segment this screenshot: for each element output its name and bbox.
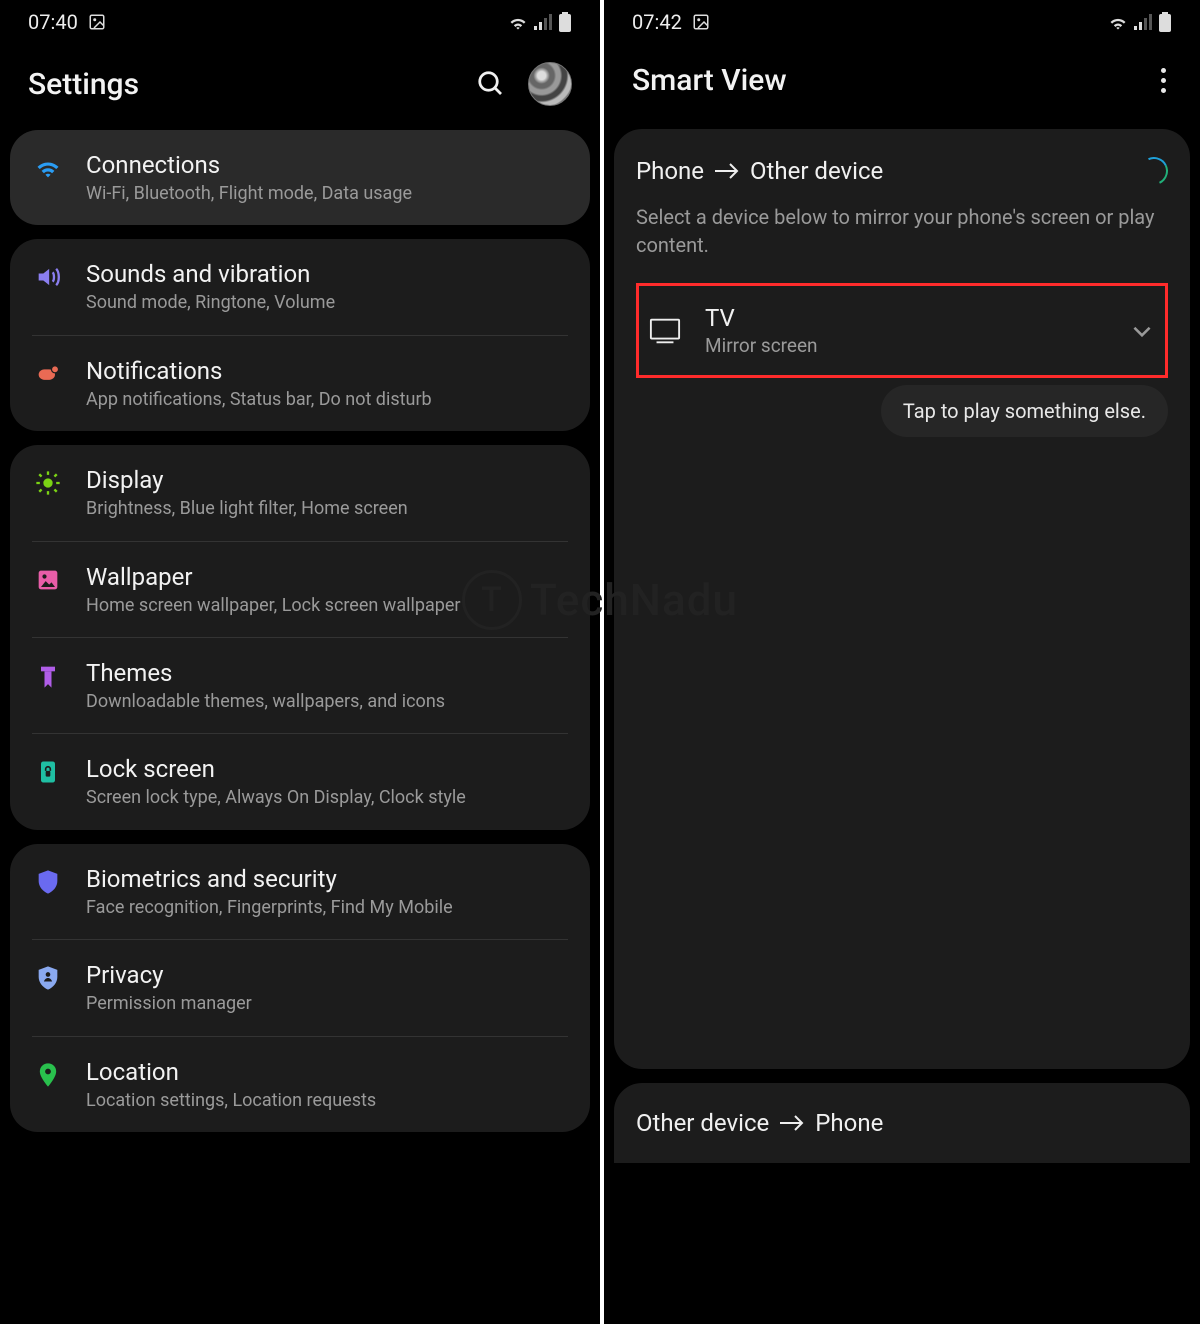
loading-spinner-icon: [1136, 153, 1172, 189]
avatar[interactable]: [528, 62, 572, 106]
status-bar: 07:40: [10, 0, 590, 44]
settings-group: Biometrics and security Face recognition…: [10, 844, 590, 1132]
phone-to-device-card: Phone Other device Select a device below…: [614, 129, 1190, 1069]
display-icon: [32, 469, 64, 497]
wifi-status-icon: [1108, 14, 1128, 30]
search-icon[interactable]: [476, 69, 506, 99]
clock: 07:42: [632, 10, 682, 34]
settings-row-subtitle: Permission manager: [86, 992, 568, 1015]
settings-row-privacy[interactable]: Privacy Permission manager: [32, 939, 568, 1035]
settings-row-subtitle: App notifications, Status bar, Do not di…: [86, 388, 568, 411]
settings-row-subtitle: Location settings, Location requests: [86, 1089, 568, 1112]
settings-row-display[interactable]: Display Brightness, Blue light filter, H…: [10, 445, 590, 540]
settings-row-notifications[interactable]: Notifications App notifications, Status …: [32, 335, 568, 431]
settings-group: Display Brightness, Blue light filter, H…: [10, 445, 590, 830]
image-notif-icon: [692, 13, 710, 31]
settings-row-subtitle: Sound mode, Ringtone, Volume: [86, 291, 568, 314]
chevron-down-icon[interactable]: [1129, 318, 1155, 344]
settings-row-subtitle: Face recognition, Fingerprints, Find My …: [86, 896, 568, 919]
page-title: Smart View: [632, 63, 787, 98]
help-text: Select a device below to mirror your pho…: [636, 203, 1168, 259]
wifi-icon: [32, 154, 64, 182]
battery-status-icon: [558, 12, 572, 32]
battery-status-icon: [1158, 12, 1172, 32]
settings-row-subtitle: Home screen wallpaper, Lock screen wallp…: [86, 594, 568, 617]
clock: 07:40: [28, 10, 78, 34]
settings-row-wallpaper[interactable]: Wallpaper Home screen wallpaper, Lock sc…: [32, 541, 568, 637]
play-something-else-pill[interactable]: Tap to play something else.: [881, 385, 1168, 437]
settings-row-title: Notifications: [86, 356, 568, 386]
settings-group: Sounds and vibration Sound mode, Rington…: [10, 239, 590, 431]
settings-row-connections[interactable]: Connections Wi-Fi, Bluetooth, Flight mod…: [10, 130, 590, 225]
notifications-icon: [32, 360, 64, 388]
more-icon[interactable]: [1155, 62, 1172, 99]
device-to-phone-card[interactable]: Other device Phone: [614, 1083, 1190, 1163]
page-title: Settings: [28, 67, 139, 102]
direction-label: Phone Other device: [636, 157, 883, 185]
image-notif-icon: [88, 13, 106, 31]
settings-group: Connections Wi-Fi, Bluetooth, Flight mod…: [10, 130, 590, 225]
settings-row-biometrics-and-security[interactable]: Biometrics and security Face recognition…: [10, 844, 590, 939]
settings-row-title: Location: [86, 1057, 568, 1087]
wifi-status-icon: [508, 14, 528, 30]
settings-row-title: Sounds and vibration: [86, 259, 568, 289]
security-icon: [32, 868, 64, 896]
smartview-header: Smart View: [614, 44, 1190, 123]
settings-row-lock-screen[interactable]: Lock screen Screen lock type, Always On …: [32, 733, 568, 829]
settings-row-subtitle: Screen lock type, Always On Display, Clo…: [86, 786, 568, 809]
settings-row-location[interactable]: Location Location settings, Location req…: [32, 1036, 568, 1132]
signal-status-icon: [534, 14, 552, 30]
tv-icon: [649, 317, 681, 345]
settings-row-title: Themes: [86, 658, 568, 688]
wallpaper-icon: [32, 566, 64, 594]
settings-header: Settings: [10, 44, 590, 130]
settings-row-sounds-and-vibration[interactable]: Sounds and vibration Sound mode, Rington…: [10, 239, 590, 334]
settings-row-title: Wallpaper: [86, 562, 568, 592]
arrow-right-icon: [714, 162, 740, 180]
arrow-right-icon: [779, 1114, 805, 1132]
device-tv-row[interactable]: TV Mirror screen: [636, 283, 1168, 378]
settings-row-subtitle: Brightness, Blue light filter, Home scre…: [86, 497, 568, 520]
location-icon: [32, 1061, 64, 1089]
smartview-screen: 07:42 Smart View Phone Other device Sele…: [600, 0, 1200, 1324]
privacy-icon: [32, 964, 64, 992]
lockscreen-icon: [32, 758, 64, 786]
signal-status-icon: [1134, 14, 1152, 30]
settings-row-title: Display: [86, 465, 568, 495]
settings-row-title: Connections: [86, 150, 568, 180]
settings-row-title: Biometrics and security: [86, 864, 568, 894]
status-bar: 07:42: [614, 0, 1190, 44]
settings-row-title: Privacy: [86, 960, 568, 990]
settings-row-subtitle: Downloadable themes, wallpapers, and ico…: [86, 690, 568, 713]
settings-screen: 07:40 Settings Connections Wi-Fi, Blueto…: [0, 0, 600, 1324]
device-sub: Mirror screen: [705, 334, 1105, 357]
device-title: TV: [705, 304, 1105, 332]
settings-row-themes[interactable]: Themes Downloadable themes, wallpapers, …: [32, 637, 568, 733]
settings-row-title: Lock screen: [86, 754, 568, 784]
settings-row-subtitle: Wi-Fi, Bluetooth, Flight mode, Data usag…: [86, 182, 568, 205]
sound-icon: [32, 263, 64, 291]
themes-icon: [32, 662, 64, 690]
